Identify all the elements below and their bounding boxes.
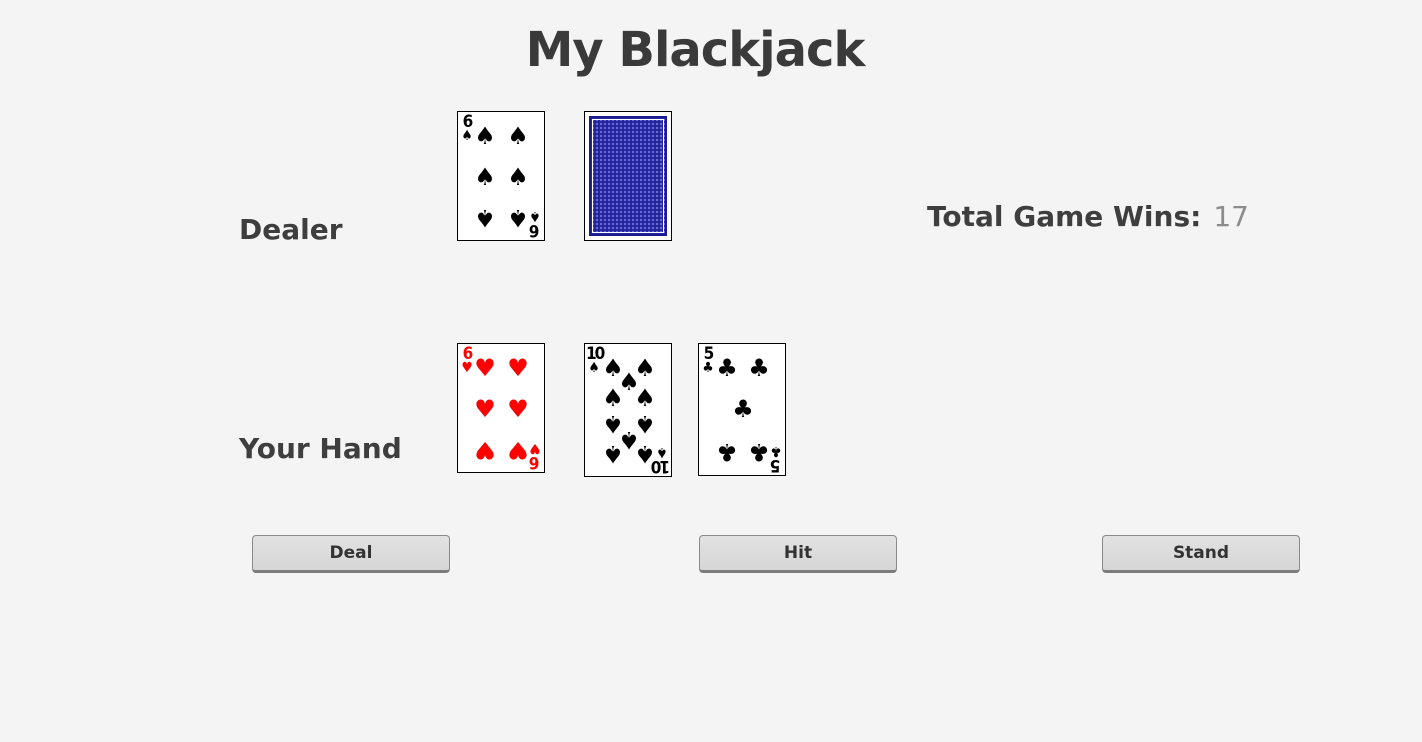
club-icon: ♣ (716, 438, 738, 466)
spade-icon: ♠ (602, 440, 624, 468)
player-card-2: 10 ♠ ♠ ♠ ♠ ♠ ♠ ♠ ♠ ♠ ♠ ♠ 10 ♠ (584, 343, 672, 477)
card-corner-top: 10 ♠ (586, 344, 605, 376)
heart-icon: ♥ (474, 354, 496, 382)
heart-icon: ♥ (507, 395, 529, 423)
spade-icon: ♠ (474, 163, 496, 191)
card-corner-bottom: 6 ♠ (529, 208, 541, 240)
card-back-pattern (589, 116, 667, 236)
wins-count: 17 (1213, 200, 1249, 233)
dealer-card-1: 6 ♠ ♠ ♠ ♠ ♠ ♠ ♠ 6 ♠ (457, 111, 545, 241)
spade-icon: ♠ (474, 122, 496, 150)
player-card-1: 6 ♥ ♥ ♥ ♥ ♥ ♥ ♥ 6 ♥ (457, 343, 545, 473)
spade-icon: ♠ (507, 163, 529, 191)
wins-label: Total Game Wins: (927, 200, 1202, 233)
club-icon: ♣ (748, 354, 770, 382)
card-corner-bottom: 6 ♥ (529, 440, 541, 472)
heart-icon: ♥ (474, 436, 496, 464)
spade-icon: ♠ (507, 122, 529, 150)
spade-icon: ♠ (634, 384, 656, 412)
card-corner-bottom: 10 ♠ (652, 444, 670, 476)
spade-icon: ♠ (602, 384, 624, 412)
club-icon: ♣ (716, 354, 738, 382)
heart-icon: ♥ (474, 395, 496, 423)
club-icon: ♣ (732, 395, 754, 423)
dealer-label: Dealer (239, 213, 343, 246)
spade-icon: ♠ (474, 204, 496, 232)
player-label: Your Hand (239, 432, 402, 465)
card-corner-top: 5 ♣ (702, 344, 714, 376)
heart-icon: ♥ (507, 354, 529, 382)
dealer-card-2-face-down (584, 111, 672, 241)
card-corner-bottom: 5 ♣ (770, 443, 782, 475)
page-title: My Blackjack (525, 22, 866, 78)
player-card-3: 5 ♣ ♣ ♣ ♣ ♣ ♣ 5 ♣ (698, 343, 786, 476)
stand-button[interactable]: Stand (1102, 535, 1300, 573)
hit-button[interactable]: Hit (699, 535, 897, 573)
deal-button[interactable]: Deal (252, 535, 450, 573)
total-wins: Total Game Wins: 17 (927, 200, 1249, 233)
blackjack-table: My Blackjack Dealer 6 ♠ ♠ ♠ ♠ ♠ ♠ ♠ 6 ♠ … (0, 0, 1422, 742)
